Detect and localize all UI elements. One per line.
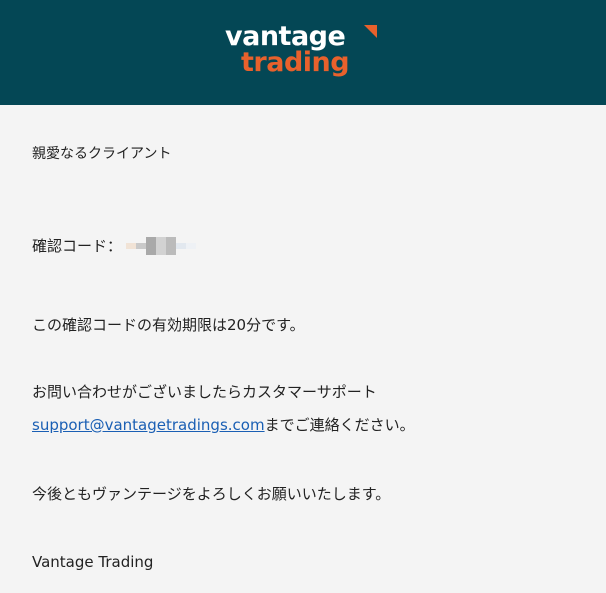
email-header: vantage trading [0, 0, 606, 105]
logo-arrow-icon [364, 25, 377, 38]
support-contact-line1: お問い合わせがございましたらカスタマーサポート [32, 383, 377, 401]
code-expiry-text: この確認コードの有効期限は20分です。 [32, 316, 305, 334]
vantage-trading-logo: vantage trading [225, 22, 385, 82]
verification-code-redacted [126, 237, 197, 255]
verification-code-row: 確認コード： [32, 235, 197, 257]
verification-code-label: 確認コード： [32, 237, 123, 255]
support-email-link[interactable]: support@vantagetradings.com [32, 416, 265, 434]
signature: Vantage Trading [32, 553, 154, 571]
support-contact-suffix: までご連絡ください。 [264, 416, 415, 434]
support-contact-line2: support@vantagetradings.comまでご連絡ください。 [32, 414, 415, 436]
logo-wordmark-trading: trading [241, 47, 350, 78]
greeting: 親愛なるクライアント [32, 146, 172, 162]
closing-text: 今後ともヴァンテージをよろしくお願いいたします。 [32, 485, 391, 503]
